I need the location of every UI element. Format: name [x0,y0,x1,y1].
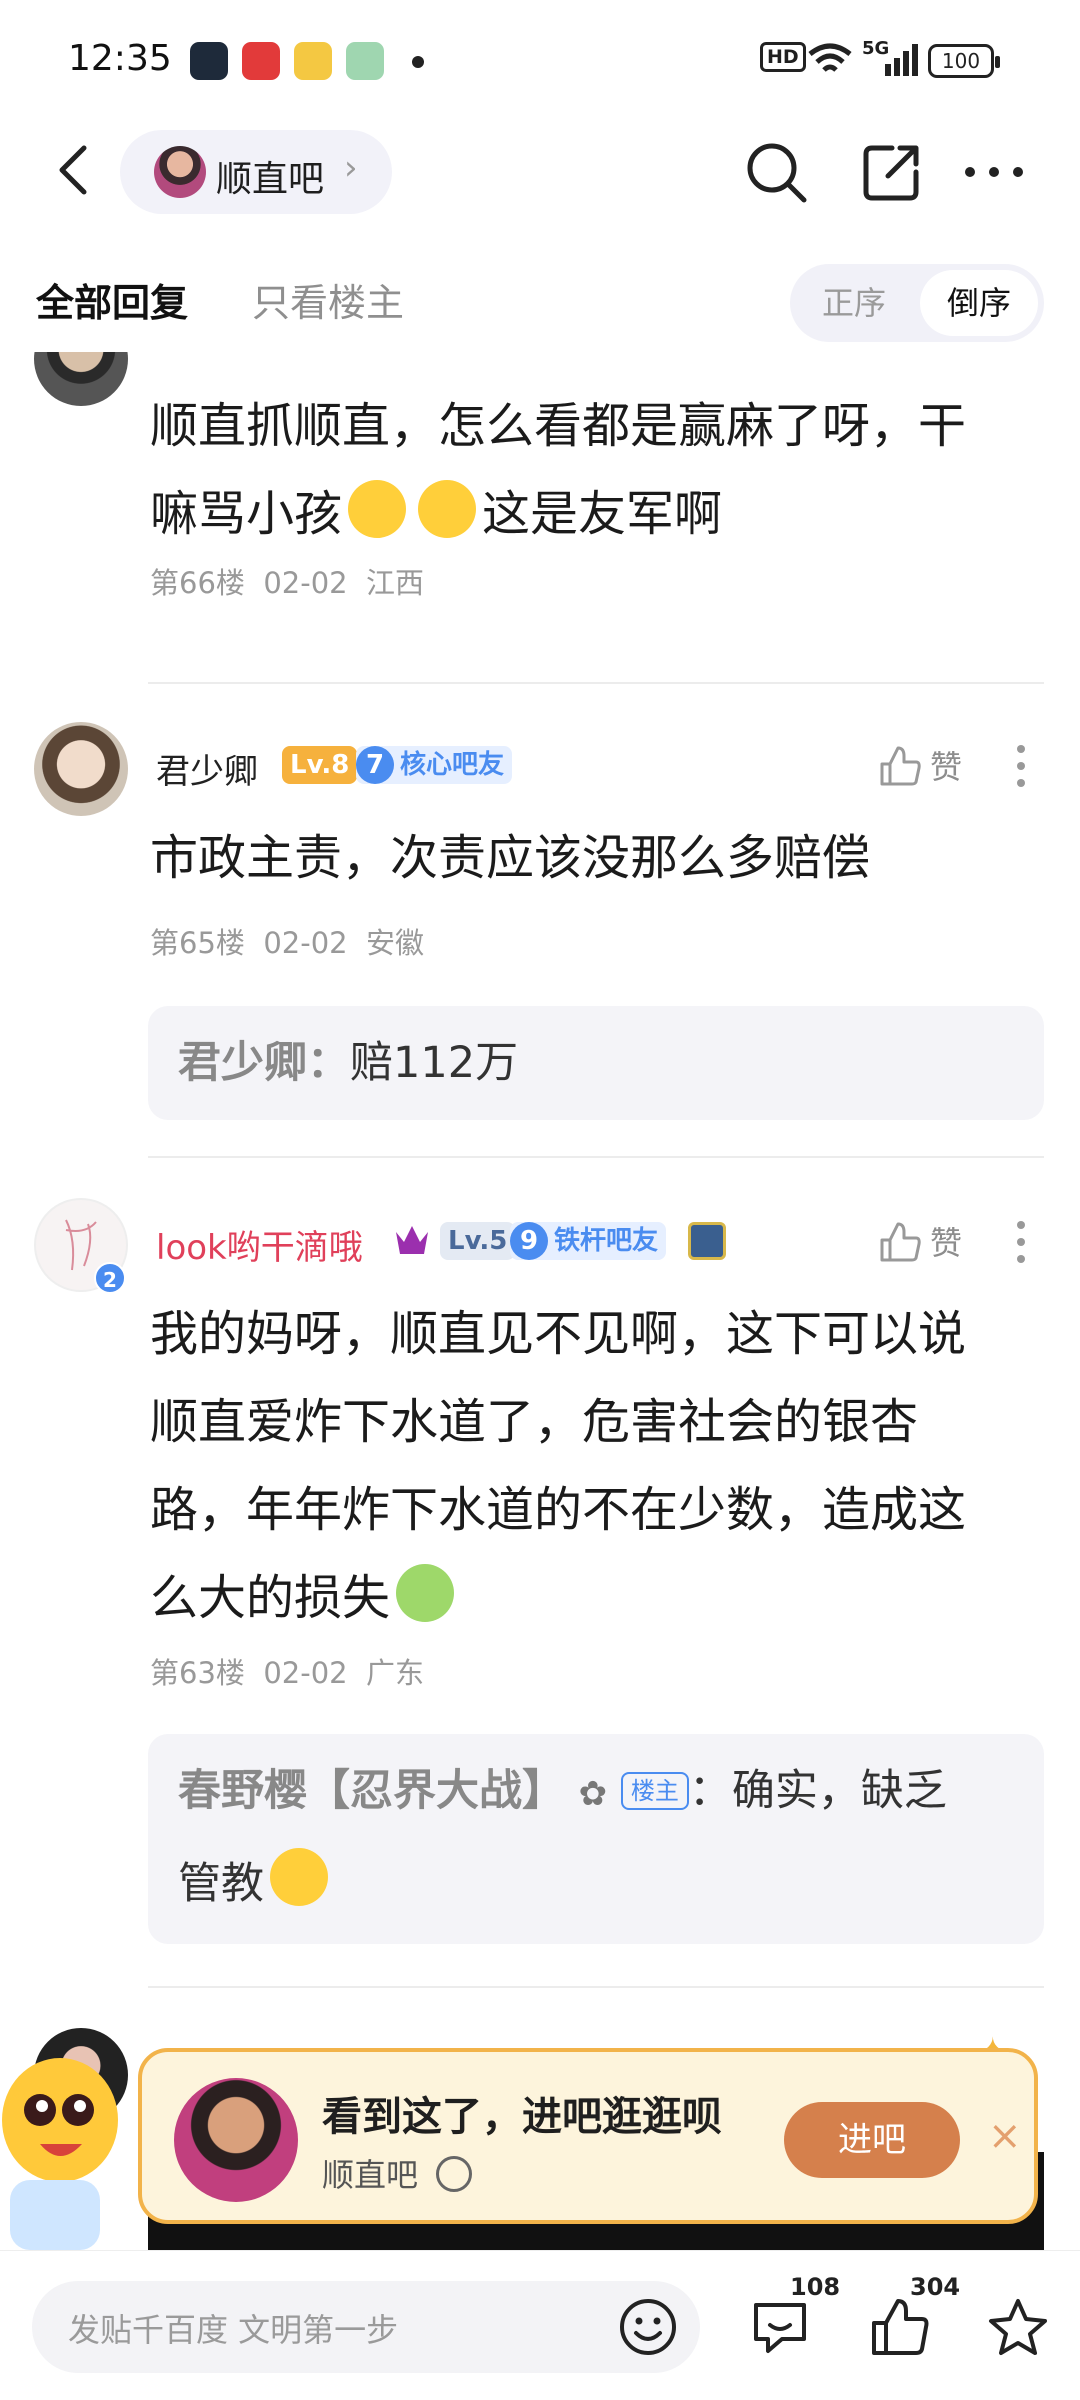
tab-op-only[interactable]: 只看楼主 [252,272,404,327]
op-tag: 楼主 [620,1772,689,1810]
thumbs-up-icon[interactable] [878,744,922,788]
reply-text: 顺直抓顺直，怎么看都是赢麻了呀，干 嘛骂小孩 这是友军啊 [150,382,1040,558]
avatar[interactable] [34,352,128,406]
comment-count: 108 [790,2273,841,2301]
vip-crown-icon [396,1226,428,1254]
reply-text-line: 顺直抓顺直，怎么看都是赢麻了呀，干 [150,398,967,454]
fan-level-badge: 7 核心吧友 [356,746,513,784]
signal-icon [885,44,918,76]
compose-placeholder: 发贴千百度 文明第一步 [68,2311,399,2349]
username[interactable]: look哟干滴哦 [156,1220,363,1269]
level-badge: Lv.8 [282,746,358,784]
character-app-icon [346,42,384,80]
divider [148,1156,1044,1158]
username[interactable]: 君少卿 [156,744,258,793]
sub-reply-author[interactable]: 春野樱【忍界大战】 [178,1766,565,1816]
bottom-bar: 发贴千百度 文明第一步 108 304 [0,2250,1080,2400]
reply-text-line: 顺直爱炸下水道了，危害社会的银杏 [150,1394,919,1450]
reply-list: 顺直抓顺直，怎么看都是赢麻了呀，干 嘛骂小孩 这是友军啊 第66楼 02-02 江… [0,352,1080,2252]
reply-meta: 第66楼 02-02 江西 [150,566,425,600]
fan-title: 铁杆吧友 [554,1226,659,1256]
banner-title: 看到这了，进吧逛逛呗 [322,2094,722,2140]
divider [148,1986,1044,1988]
reply-text-line: 么大的损失 [150,1554,1040,1642]
forum-name: 顺直吧 [216,159,325,200]
sub-reply-text: 赔112万 [350,1038,519,1088]
sort-desc-button[interactable]: 倒序 [920,270,1038,336]
more-vertical-icon[interactable] [1016,1220,1026,1264]
medal-icon [688,1222,726,1260]
avatar-badge: 2 [94,1262,126,1294]
banner-forum-avatar [174,2078,298,2202]
avatar[interactable] [34,722,128,816]
battery-indicator: 100 [928,44,1000,78]
banner-forum: 顺直吧 [322,2150,473,2196]
reply-text-line: 我的妈呀，顺直见不见啊，这下可以说 [150,1306,967,1362]
thumbs-up-icon[interactable] [868,2295,932,2359]
sub-reply-text: 确实，缺乏 [731,1766,947,1816]
reply-text: 市政主责，次责应该没那么多赔偿 [150,830,871,886]
more-horizontal-icon[interactable] [960,138,1028,206]
sub-reply-box[interactable]: 君少卿：赔112万 [148,1006,1044,1120]
like-count: 304 [910,2273,961,2301]
fan-title: 核心吧友 [400,750,505,780]
level-badge: Lv.5 [440,1222,516,1260]
sort-asc-button[interactable]: 正序 [790,264,918,342]
chevron-right-icon: › [344,148,358,188]
banner-forum-name: 顺直吧 [322,2156,419,2194]
forum-avatar [154,146,206,198]
sub-reply-author[interactable]: 君少卿 [178,1038,307,1088]
mascot-icon[interactable] [0,2040,130,2260]
star-icon[interactable] [986,2295,1050,2359]
sub-reply-box[interactable]: 春野樱【忍界大战】 ✿ 楼主 ：确实，缺乏 管教 [148,1734,1044,1944]
more-notifications-dot [412,56,424,68]
tab-all-replies[interactable]: 全部回复 [36,272,188,327]
like-label[interactable]: 赞 [930,742,962,788]
forum-tag-icon [436,2156,473,2192]
sub-reply-text: 管教 [178,1859,264,1909]
sub-reply: 君少卿：赔112万 [178,1038,519,1088]
hd-indicator: HD [760,42,806,72]
forum-link[interactable]: 顺直吧 › [120,130,392,214]
hand-over-mouth-emoji-icon [270,1848,328,1906]
douyin-app-icon [242,42,280,80]
fan-level-number: 9 [510,1222,548,1260]
enter-forum-banner: 看到这了，进吧逛逛呗 顺直吧 进吧 × [138,2048,1038,2224]
clock-app-icon [190,42,228,80]
close-icon[interactable]: × [988,2116,1022,2156]
comment-icon[interactable] [748,2295,812,2359]
back-arrow-icon[interactable] [46,140,106,200]
weibo-app-icon [294,42,332,80]
reply-meta: 第65楼 02-02 安徽 [150,926,425,960]
grinning-emoji-icon [348,480,407,538]
fan-level-number: 7 [356,746,394,784]
more-vertical-icon[interactable] [1016,744,1026,788]
fan-level-badge: 9 铁杆吧友 [510,1222,667,1260]
wifi-icon [808,43,852,72]
status-time: 12:35 [68,38,172,79]
reply-text: 我的妈呀，顺直见不见啊，这下可以说 顺直爱炸下水道了，危害社会的银杏 路，年年炸… [150,1290,1040,1642]
grinning-emoji-icon [418,480,477,538]
like-label[interactable]: 赞 [930,1218,962,1264]
sub-reply: 春野樱【忍界大战】 ✿ 楼主 ：确实，缺乏 管教 [178,1766,947,1909]
reply-meta: 第63楼 02-02 广东 [150,1656,425,1690]
sick-emoji-icon [396,1564,455,1622]
search-icon[interactable] [742,138,810,206]
enter-forum-button[interactable]: 进吧 [784,2102,960,2178]
thumbs-up-icon[interactable] [878,1220,922,1264]
sort-toggle: 正序 倒序 [790,264,1044,342]
smiley-icon[interactable] [618,2297,678,2357]
status-bar: 12:35 HD 5G 100 [0,0,1080,120]
reply-text-line: 嘛骂小孩 这是友军啊 [150,470,1040,558]
share-icon[interactable] [858,138,926,206]
divider [148,682,1044,684]
compose-input[interactable]: 发贴千百度 文明第一步 [32,2281,700,2373]
reply-text-line: 路，年年炸下水道的不在少数，造成这 [150,1482,967,1538]
flower-icon: ✿ [578,1774,608,1814]
